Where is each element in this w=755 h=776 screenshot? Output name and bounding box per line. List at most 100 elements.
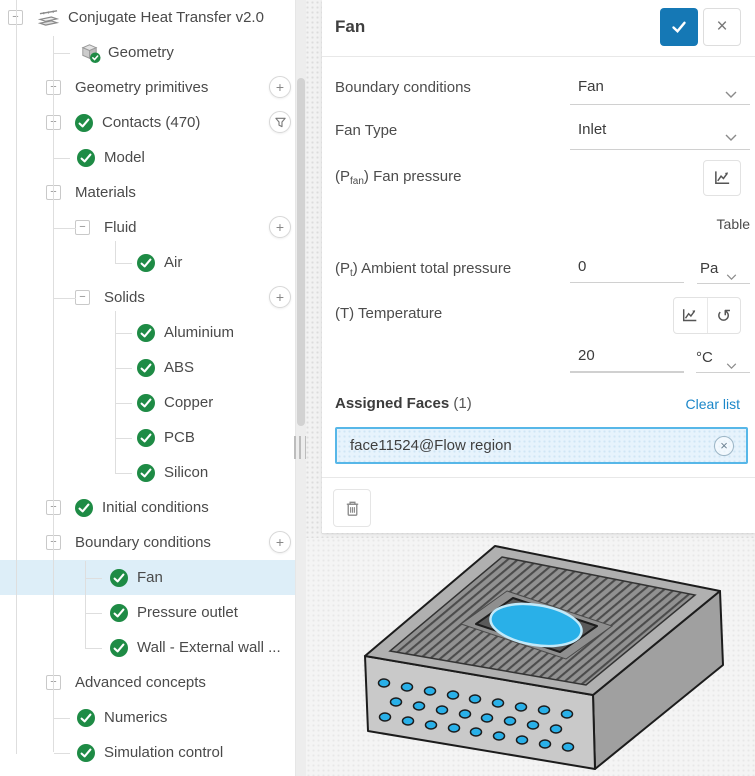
simulation-tree: − Conjugate Heat Transfer v2.0: [0, 0, 296, 776]
check-icon: [670, 18, 688, 36]
tree-item[interactable]: + Advanced concepts: [0, 665, 295, 700]
check-icon: [110, 569, 128, 587]
tree-toggle[interactable]: −: [75, 290, 90, 305]
tree-item[interactable]: Wall - External wall ...: [0, 630, 295, 665]
tree-item[interactable]: PCB: [0, 420, 295, 455]
simulation-icon: [37, 8, 60, 27]
tree-item[interactable]: + Contacts (470): [0, 105, 295, 140]
remove-face-button[interactable]: ×: [714, 436, 734, 456]
tree-item-label: Initial conditions: [102, 499, 209, 516]
unit-underline: [697, 283, 750, 284]
tree-item-label: Aluminium: [164, 324, 234, 341]
tree-item[interactable]: − Solids +: [0, 280, 295, 315]
boundary-conditions-select[interactable]: Fan: [578, 78, 604, 95]
add-button[interactable]: +: [269, 216, 291, 238]
tree-toggle[interactable]: −: [75, 220, 90, 235]
tree-item-label: Geometry: [108, 44, 174, 61]
footer-divider: [322, 477, 755, 478]
delete-button[interactable]: [333, 489, 371, 527]
unit-underline: [696, 372, 750, 373]
tree-item[interactable]: Simulation control: [0, 735, 295, 770]
filter-button[interactable]: [269, 111, 291, 133]
undo-icon: ↺: [716, 307, 731, 325]
select-underline: [570, 149, 750, 150]
temperature-table-button[interactable]: [674, 298, 707, 333]
fan-pressure-table-button[interactable]: [703, 160, 741, 196]
check-icon: [137, 324, 155, 342]
line-chart-icon: [681, 307, 699, 325]
ambient-pressure-label: (Pt) Ambient total pressure: [335, 260, 511, 277]
tree-scrollbar-thumb[interactable]: [297, 78, 305, 426]
fan-pressure-mode-label: Table: [717, 216, 750, 232]
app-root: { "tree": { "items": [ {"label":"Conjuga…: [0, 0, 755, 776]
check-icon: [77, 149, 95, 167]
tree-guide-line: [86, 648, 102, 649]
tree-item[interactable]: ABS: [0, 350, 295, 385]
ambient-pressure-input[interactable]: [570, 258, 684, 283]
assigned-face-item[interactable]: face11524@Flow region ×: [335, 427, 748, 464]
clear-list-link[interactable]: Clear list: [686, 396, 740, 412]
tree-item[interactable]: Air: [0, 245, 295, 280]
assigned-faces-label: Assigned Faces (1): [335, 395, 472, 412]
check-icon: [110, 604, 128, 622]
tree-item[interactable]: Copper: [0, 385, 295, 420]
tree-guide-line: [116, 263, 132, 264]
tree-item[interactable]: Geometry: [0, 35, 295, 70]
check-icon: [75, 499, 93, 517]
tree-item-label: Geometry primitives: [75, 79, 208, 96]
check-icon: [110, 639, 128, 657]
fan-type-select[interactable]: Inlet: [578, 121, 606, 138]
tree-guide-line: [54, 53, 70, 54]
temperature-unit[interactable]: °C: [696, 349, 713, 366]
tree-item-label: Fluid: [104, 219, 137, 236]
panel-resize-handle[interactable]: [294, 436, 306, 459]
tree-item[interactable]: Silicon: [0, 455, 295, 490]
tree-item-label: Contacts (470): [102, 114, 200, 131]
tree-item[interactable]: + Initial conditions: [0, 490, 295, 525]
tree-item-label: Fan: [137, 569, 163, 586]
tree-item-label: Numerics: [104, 709, 167, 726]
tree-item-label: Wall - External wall ...: [137, 639, 281, 656]
tree-guide-line: [53, 36, 54, 752]
tree-item[interactable]: Numerics: [0, 700, 295, 735]
temperature-button-group: ↺: [673, 297, 741, 334]
tree-item[interactable]: − Materials: [0, 175, 295, 210]
tree-item[interactable]: + Geometry primitives +: [0, 70, 295, 105]
tree-guide-line: [85, 561, 86, 649]
tree-item[interactable]: Model: [0, 140, 295, 175]
tree-item[interactable]: − Boundary conditions +: [0, 525, 295, 560]
tree-item-label: Model: [104, 149, 145, 166]
chevron-down-icon[interactable]: [725, 85, 737, 103]
tree-item-label: Solids: [104, 289, 145, 306]
tree-item[interactable]: Fan: [0, 560, 295, 595]
temperature-reset-button[interactable]: ↺: [707, 298, 741, 333]
check-icon: [137, 464, 155, 482]
tree-item[interactable]: Aluminium: [0, 315, 295, 350]
tree-guide-line: [116, 438, 132, 439]
tree-item-label: Copper: [164, 394, 213, 411]
tree-guide-line: [54, 158, 70, 159]
heatsink-model: [306, 538, 755, 776]
temperature-input[interactable]: [570, 347, 684, 372]
close-button[interactable]: ×: [703, 8, 741, 46]
geometry-icon: [77, 41, 102, 64]
tree-item[interactable]: − Conjugate Heat Transfer v2.0: [0, 0, 295, 35]
confirm-button[interactable]: [660, 8, 698, 46]
check-icon: [137, 429, 155, 447]
fan-pressure-label: (Pfan) Fan pressure: [335, 168, 461, 185]
viewport-3d[interactable]: [306, 538, 755, 776]
ambient-pressure-unit[interactable]: Pa: [700, 260, 718, 277]
close-icon: ×: [716, 16, 727, 38]
tree-item[interactable]: − Fluid +: [0, 210, 295, 245]
line-chart-icon: [713, 169, 732, 188]
tree-item-label: Materials: [75, 184, 136, 201]
tree-item[interactable]: Pressure outlet: [0, 595, 295, 630]
add-button[interactable]: +: [269, 76, 291, 98]
check-icon: [137, 359, 155, 377]
add-button[interactable]: +: [269, 531, 291, 553]
add-button[interactable]: +: [269, 286, 291, 308]
chevron-down-icon[interactable]: [725, 128, 737, 146]
tree-guide-line: [86, 613, 102, 614]
tree-guide-line: [54, 298, 76, 299]
fan-settings-panel: Fan × Boundary conditions Fan Fan Type I…: [322, 0, 755, 533]
